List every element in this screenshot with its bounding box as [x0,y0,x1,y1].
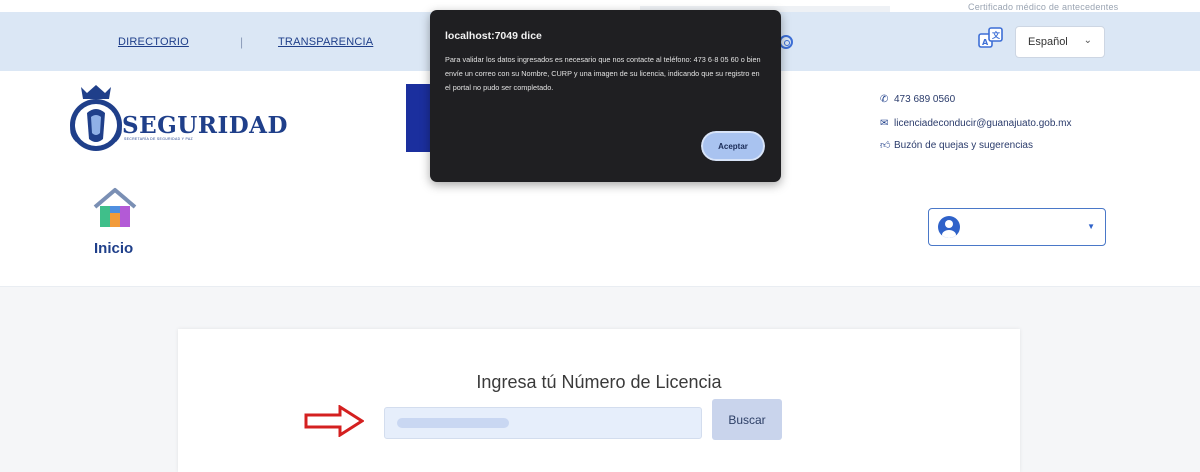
caret-down-icon: ▼ [1087,222,1095,231]
banner-fragment [406,84,432,152]
contact-email-text: licenciadeconducir@guanajuato.gob.mx [894,118,1072,129]
threads-icon[interactable] [779,35,793,49]
svg-text:文: 文 [992,30,1001,40]
translate-icon[interactable]: A 文 [978,26,1004,52]
dialog-accept-button[interactable]: Aceptar [700,130,766,162]
contact-phone-text: 473 689 0560 [894,94,956,105]
license-number-input[interactable] [384,407,702,439]
language-select[interactable]: Español ⌄ [1015,26,1105,58]
faded-top-text: Certificado médico de antecedentes [968,2,1119,12]
contact-complaints-text: Buzón de quejas y sugerencias [894,140,1033,151]
seguridad-logo-badge [70,85,122,151]
contact-email[interactable]: ✉ licenciadeconducir@guanajuato.gob.mx [880,118,1072,129]
nav-separator: | [240,35,244,49]
license-search-card: Ingresa tú Número de Licencia Buscar [178,329,1020,472]
logo-wordmark: SEGURIDAD [122,112,288,139]
nav-link-transparencia[interactable]: TRANSPARENCIA [278,36,373,48]
page: Certificado médico de antecedentes DIREC… [0,0,1200,472]
contact-complaints[interactable]: 👍︎ Buzón de quejas y sugerencias [880,139,1033,151]
license-search-title: Ingresa tú Número de Licencia [476,372,722,392]
chevron-down-icon: ⌄ [1083,35,1092,46]
search-button[interactable]: Buscar [712,399,782,440]
home-link-label[interactable]: Inicio [94,240,133,257]
thumbs-up-icon: 👍︎ [880,140,891,151]
user-avatar-icon [938,216,960,238]
contact-phone[interactable]: ✆ 473 689 0560 [880,94,955,105]
logo-subtitle: SECRETARÍA DE SEGURIDAD Y PAZ [124,137,193,141]
language-select-value: Español [1028,36,1068,48]
svg-text:A: A [982,38,989,47]
phone-icon: ✆ [880,94,889,105]
nav-link-directorio[interactable]: DIRECTORIO [118,36,189,48]
dialog-message: Para validar los datos ingresados es nec… [445,55,761,92]
user-menu-select[interactable]: ▼ [928,208,1106,246]
dialog-title: localhost:7049 dice [445,30,542,42]
home-icon[interactable] [91,187,139,229]
mail-icon: ✉ [880,118,889,129]
redacted-input-value [397,418,509,428]
red-arrow-annotation [304,405,364,437]
